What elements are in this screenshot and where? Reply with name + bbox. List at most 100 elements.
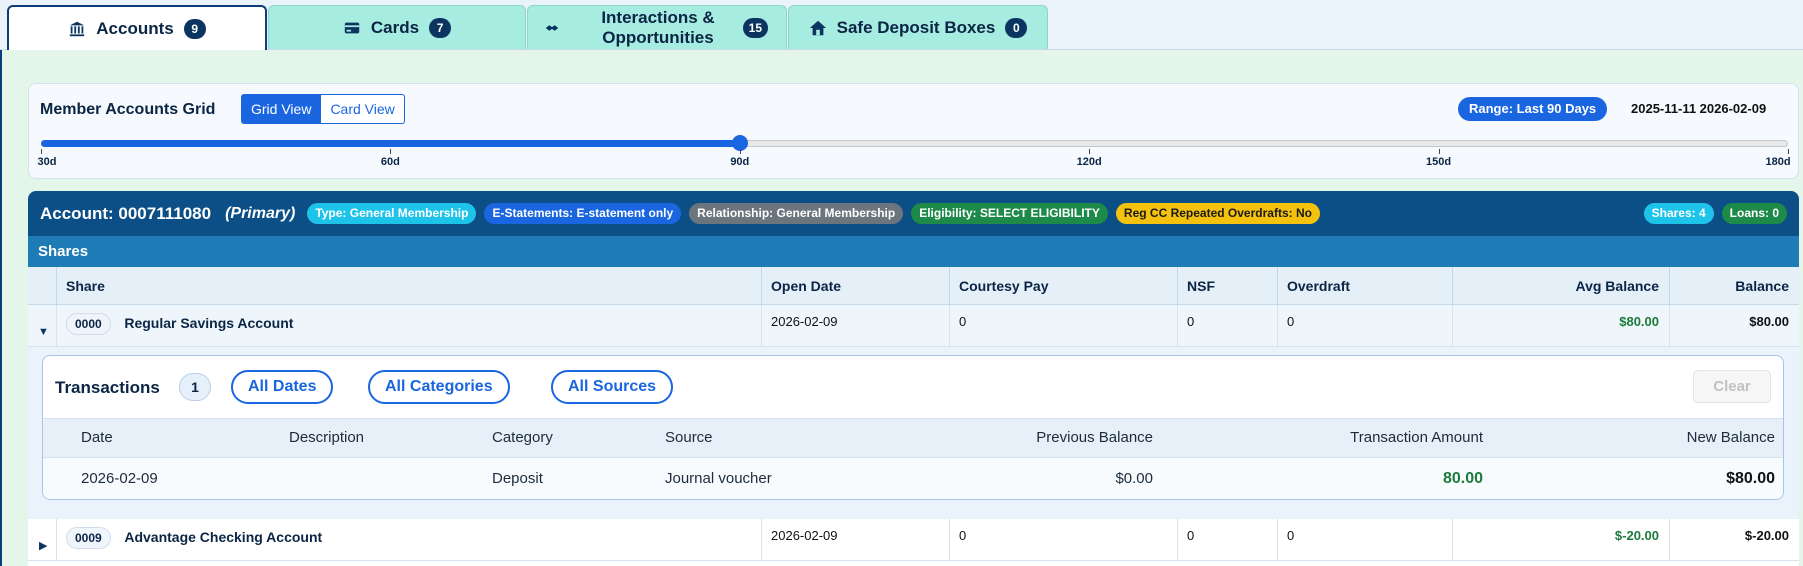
tab-cards-count: 7 (429, 17, 452, 38)
slider-tick-label: 150d (1426, 156, 1452, 168)
col-courtesy-pay[interactable]: Courtesy Pay (949, 267, 1177, 305)
courtesy-cell: 0 (949, 305, 1177, 347)
range-dates: 2025-11-11 2026-02-09 (1631, 101, 1767, 116)
transaction-row[interactable]: 2026-02-09 Deposit Journal voucher $0.00… (43, 458, 1783, 499)
col-avg-balance[interactable]: Avg Balance (1452, 267, 1669, 305)
tab-cards[interactable]: Cards 7 (268, 5, 526, 49)
slider-tick-label: 60d (380, 156, 400, 168)
open-date-cell: 2026-02-09 (761, 519, 949, 561)
tab-interactions-count: 15 (742, 18, 768, 38)
account-header: Account: 0007111080 (Primary) Type: Gene… (28, 191, 1799, 236)
tx-source: Journal voucher (665, 470, 772, 487)
share-name: Advantage Checking Account (124, 529, 323, 545)
grid-title: Member Accounts Grid (40, 101, 216, 118)
share-number: 0009 (66, 527, 111, 549)
transactions-count: 1 (179, 373, 211, 401)
chip-estatements: E-Statements: E-statement only (484, 203, 682, 224)
chevron-right-icon[interactable]: ▶ (39, 529, 47, 563)
tx-col-previous-balance[interactable]: Previous Balance (1036, 419, 1153, 457)
tx-date: 2026-02-09 (81, 470, 158, 487)
range-slider-fill (41, 140, 740, 147)
home-icon (809, 20, 826, 35)
overdraft-cell: 0 (1277, 519, 1452, 561)
tab-interactions-label: Interactions & Opportunities (601, 8, 715, 47)
chip-eligibility: Eligibility: SELECT ELIGIBILITY (911, 203, 1108, 224)
loans-count-badge: Loans: 0 (1721, 203, 1787, 224)
filter-sources-button[interactable]: All Sources (551, 370, 674, 404)
card-view-button[interactable]: Card View (321, 94, 405, 124)
avg-balance-cell: $-20.00 (1452, 519, 1669, 561)
shares-table-header: Share Open Date Courtesy Pay NSF Overdra… (28, 267, 1799, 305)
tx-col-date[interactable]: Date (81, 419, 113, 457)
account-card: Account: 0007111080 (Primary) Type: Gene… (28, 191, 1799, 566)
slider-tick-label: 120d (1076, 156, 1102, 168)
slider-tick (41, 149, 42, 154)
col-overdraft[interactable]: Overdraft (1277, 267, 1452, 305)
overdraft-cell: 0 (1277, 305, 1452, 347)
expand-cell[interactable]: ▼ (28, 305, 56, 347)
expand-cell[interactable]: ▶ (28, 519, 56, 561)
slider-tick (390, 149, 392, 154)
col-open-date[interactable]: Open Date (761, 267, 949, 305)
balance-cell: $-20.00 (1669, 519, 1799, 561)
share-name: Regular Savings Account (124, 315, 294, 331)
nsf-cell: 0 (1177, 305, 1277, 347)
tab-bar: Accounts 9 Cards 7 Interactions & Opport… (0, 0, 1803, 50)
tab-interactions[interactable]: Interactions & Opportunities 15 (527, 5, 787, 49)
credit-card-icon (344, 22, 360, 33)
tx-col-category[interactable]: Category (492, 419, 553, 457)
grid-view-button[interactable]: Grid View (241, 94, 322, 124)
tx-col-new-balance[interactable]: New Balance (1687, 419, 1775, 457)
table-row[interactable]: ▼ 0000 Regular Savings Account 2026-02-0… (28, 305, 1799, 347)
grid-header-panel: Member Accounts Grid Grid View Card View… (28, 83, 1799, 179)
tab-safe-deposit-count: 0 (1005, 17, 1028, 38)
share-cell: 0000 Regular Savings Account (56, 305, 761, 347)
account-title: Account: 0007111080 (40, 203, 212, 223)
col-nsf[interactable]: NSF (1177, 267, 1277, 305)
account-counts: Shares: 4 Loans: 0 (1636, 203, 1787, 224)
filter-categories-button[interactable]: All Categories (368, 370, 510, 404)
chip-relationship: Relationship: General Membership (689, 203, 904, 224)
slider-tick (739, 149, 741, 154)
nsf-cell: 0 (1177, 519, 1277, 561)
main-content: Member Accounts Grid Grid View Card View… (0, 50, 1803, 566)
tab-accounts[interactable]: Accounts 9 (7, 5, 267, 50)
slider-tick (1788, 149, 1789, 154)
bank-icon (70, 21, 85, 36)
courtesy-cell: 0 (949, 519, 1177, 561)
tx-col-transaction-amount[interactable]: Transaction Amount (1350, 419, 1483, 457)
slider-tick-label: 30d (37, 156, 57, 168)
tab-accounts-count: 9 (183, 18, 206, 39)
transactions-panel: Transactions 1 All Dates All Categories … (42, 355, 1784, 500)
col-balance[interactable]: Balance (1669, 267, 1799, 305)
col-share[interactable]: Share (56, 267, 761, 305)
range-badge: Range: Last 90 Days (1458, 97, 1608, 121)
shares-count-badge: Shares: 4 (1643, 203, 1714, 224)
share-cell: 0009 Advantage Checking Account (56, 519, 761, 561)
tab-safe-deposit-label: Safe Deposit Boxes (836, 17, 996, 37)
tx-previous-balance: $0.00 (1115, 470, 1153, 487)
transactions-wrapper: Transactions 1 All Dates All Categories … (28, 347, 1799, 519)
balance-cell: $80.00 (1669, 305, 1799, 347)
chip-type: Type: General Membership (307, 203, 477, 224)
shares-section-header: Shares (28, 236, 1799, 267)
tx-col-source[interactable]: Source (665, 419, 713, 457)
handshake-icon (545, 25, 559, 31)
account-primary-label: (Primary) (225, 204, 296, 222)
tab-safe-deposit[interactable]: Safe Deposit Boxes 0 (788, 5, 1048, 49)
col-expand (28, 267, 56, 305)
avg-balance-cell: $80.00 (1452, 305, 1669, 347)
tx-amount: 80.00 (1442, 470, 1483, 487)
share-number: 0000 (66, 313, 111, 335)
slider-tick-label: 90d (730, 156, 750, 168)
transactions-title: Transactions (55, 378, 160, 397)
tx-col-description[interactable]: Description (289, 419, 364, 457)
slider-tick (1438, 149, 1440, 154)
clear-filters-button[interactable]: Clear (1693, 370, 1771, 403)
table-row[interactable]: ▶ 0009 Advantage Checking Account 2026-0… (28, 519, 1799, 561)
filter-dates-button[interactable]: All Dates (231, 370, 334, 404)
slider-tick (1089, 149, 1091, 154)
slider-tick-label: 180d (1765, 156, 1791, 168)
chevron-down-icon[interactable]: ▼ (38, 315, 49, 349)
tab-cards-label: Cards (370, 17, 420, 37)
